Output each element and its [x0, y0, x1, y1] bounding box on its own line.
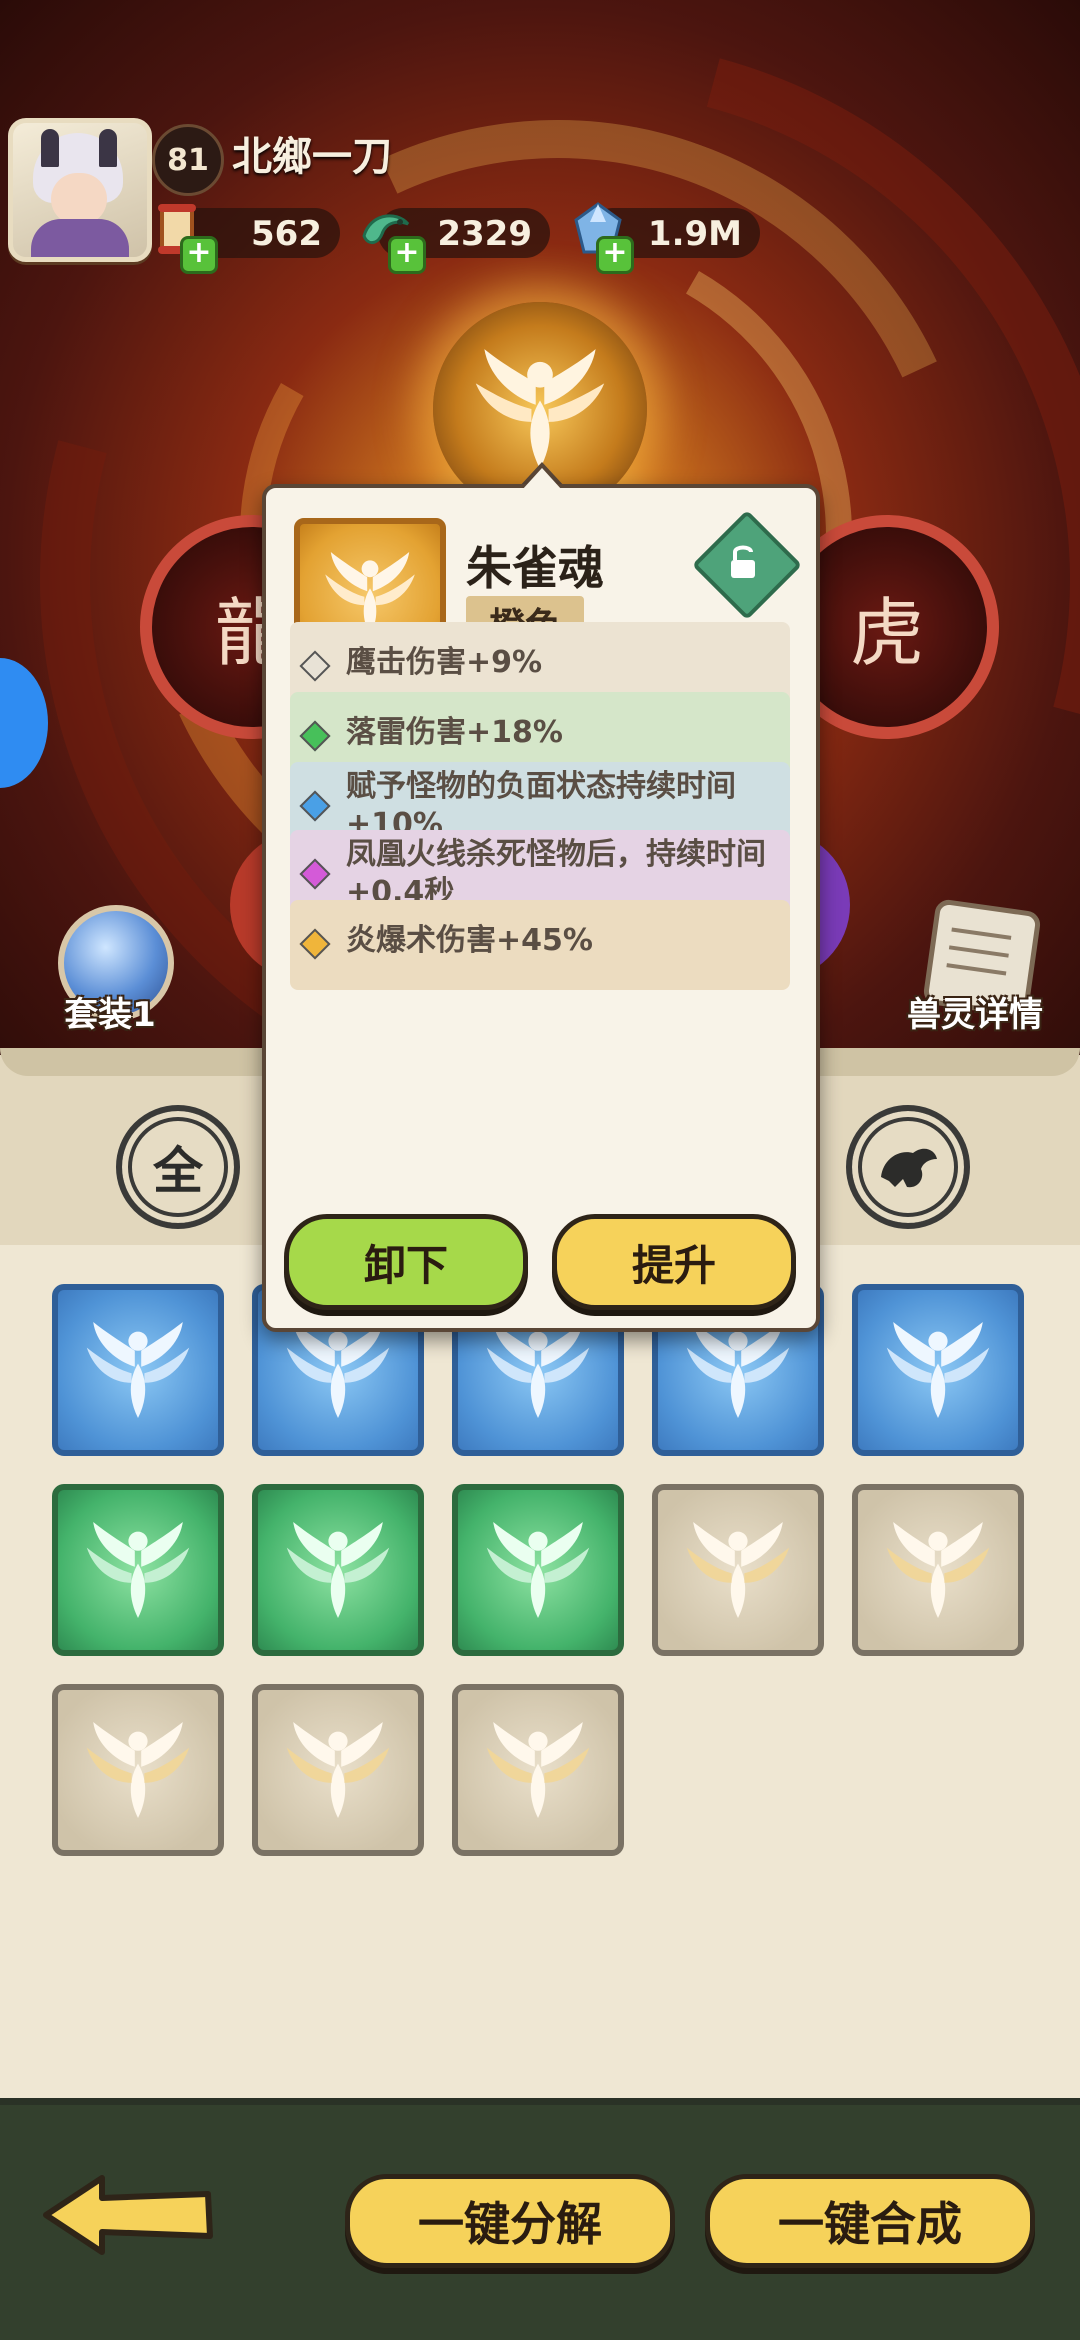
attribute-gem-icon — [299, 790, 331, 822]
phoenix-icon — [86, 1522, 190, 1618]
phoenix-icon — [486, 1722, 590, 1818]
inventory-slot-green[interactable] — [452, 1484, 624, 1656]
attribute-gem-icon — [299, 720, 331, 752]
resource-value: 2329 — [437, 214, 532, 254]
inventory-slot-tan[interactable] — [652, 1484, 824, 1656]
inventory-slot-tan[interactable] — [52, 1684, 224, 1856]
beast-detail-button[interactable]: 兽灵详情 — [905, 895, 1045, 1035]
attribute-text: 落雷伤害+18% — [346, 715, 563, 750]
attribute-row: 炎爆术伤害+45% — [290, 900, 790, 990]
phoenix-icon — [886, 1322, 990, 1418]
back-button[interactable] — [40, 2170, 220, 2260]
resource-value: 1.9M — [647, 214, 742, 254]
add-crystal-button[interactable]: + — [596, 236, 634, 274]
unlock-icon — [731, 545, 755, 578]
filter-beast-button[interactable] — [846, 1105, 970, 1229]
attribute-gem-icon — [299, 650, 331, 682]
set-label: 套装1 — [64, 995, 156, 1035]
inventory-slot-green[interactable] — [52, 1484, 224, 1656]
inventory-slot-tan[interactable] — [852, 1484, 1024, 1656]
set-button[interactable]: 套装1 — [40, 895, 180, 1035]
phoenix-icon — [886, 1522, 990, 1618]
attribute-text: 炎爆术伤害+45% — [346, 923, 593, 958]
filter-all-label: 全 — [153, 1142, 203, 1200]
player-avatar[interactable] — [8, 118, 152, 262]
beast-filter-icon — [852, 1111, 964, 1223]
unequip-button[interactable]: 卸下 — [284, 1214, 528, 1310]
item-name: 朱雀魂 — [466, 541, 604, 595]
player-name: 北鄉一刀 — [232, 134, 392, 180]
phoenix-icon — [486, 1522, 590, 1618]
inventory-slot-green[interactable] — [252, 1484, 424, 1656]
inventory-slot-blue[interactable] — [852, 1284, 1024, 1456]
player-level: 81 — [152, 124, 224, 196]
beast-detail-label: 兽灵详情 — [907, 995, 1043, 1035]
decompose-all-button[interactable]: 一键分解 — [345, 2174, 675, 2268]
inventory-slot-blue[interactable] — [52, 1284, 224, 1456]
phoenix-icon — [286, 1522, 390, 1618]
popup-pointer-fill — [522, 468, 562, 490]
add-jade-button[interactable]: + — [388, 236, 426, 274]
attribute-gem-icon — [299, 928, 331, 960]
tiger-icon: 虎 — [850, 590, 924, 677]
filter-all-button[interactable]: 全 — [116, 1105, 240, 1229]
phoenix-icon — [86, 1322, 190, 1418]
phoenix-icon — [86, 1722, 190, 1818]
upgrade-button[interactable]: 提升 — [552, 1214, 796, 1310]
phoenix-icon — [686, 1522, 790, 1618]
item-detail-popup: 朱雀魂 橙色 鹰击伤害+9%落雷伤害+18%赋予怪物的负面状态持续时间+10%凤… — [262, 484, 820, 1332]
back-arrow-icon — [43, 2175, 213, 2255]
attribute-gem-icon — [299, 858, 331, 890]
inventory-slot-tan[interactable] — [452, 1684, 624, 1856]
inventory-slot-tan[interactable] — [252, 1684, 424, 1856]
phoenix-icon — [286, 1722, 390, 1818]
add-scroll-button[interactable]: + — [180, 236, 218, 274]
resource-value: 562 — [251, 214, 322, 254]
attribute-text: 鹰击伤害+9% — [346, 645, 543, 680]
compose-all-button[interactable]: 一键合成 — [705, 2174, 1035, 2268]
